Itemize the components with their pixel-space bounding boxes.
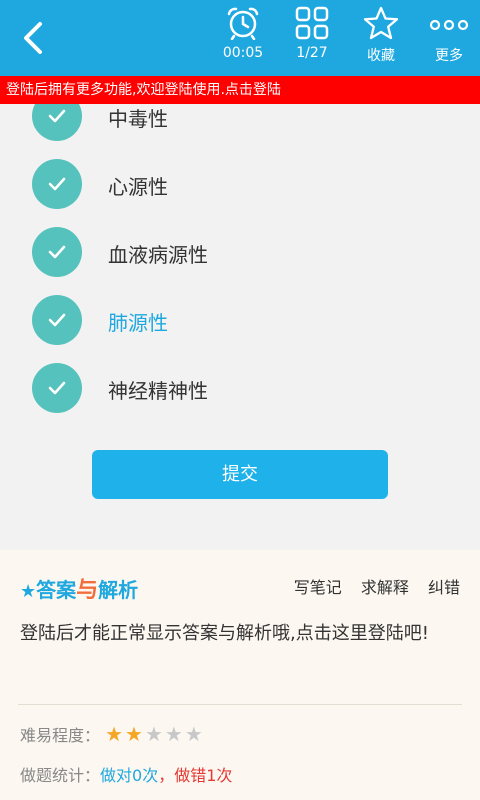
stats-separator: ， bbox=[158, 766, 175, 785]
star-filled-icon: ★ bbox=[125, 722, 143, 746]
star-icon bbox=[363, 6, 399, 40]
option-item[interactable]: 肺源性 bbox=[32, 295, 452, 347]
stats-wrong: 做错1次 bbox=[174, 766, 233, 785]
login-banner[interactable]: 登陆后拥有更多功能,欢迎登陆使用.点击登陆 bbox=[0, 76, 480, 104]
option-text: 神经精神性 bbox=[108, 379, 208, 403]
check-icon bbox=[48, 381, 66, 395]
alarm-clock-icon bbox=[227, 7, 259, 40]
answer-title-part2: 与 bbox=[76, 578, 99, 603]
check-circle bbox=[32, 295, 82, 345]
more-button[interactable]: 更多 bbox=[414, 6, 480, 72]
check-icon bbox=[48, 177, 66, 191]
stats-row: 做题统计：做对0次，做错1次 bbox=[20, 762, 232, 786]
check-icon bbox=[48, 109, 66, 123]
check-circle bbox=[32, 104, 82, 141]
ask-explanation-link[interactable]: 求解释 bbox=[361, 578, 409, 597]
option-text: 血液病源性 bbox=[108, 243, 208, 267]
top-toolbar: 00:05 1/27 收藏 更多 bbox=[0, 0, 480, 76]
title-star-icon: ★ bbox=[20, 581, 37, 602]
star-empty-icon: ★ bbox=[144, 722, 163, 746]
answer-title-part3: 解析 bbox=[98, 578, 139, 602]
star-filled-icon: ★ bbox=[105, 722, 124, 746]
timer-text: 00:05 bbox=[222, 45, 264, 61]
option-list: 中毒性 心源性 血液病源性 肺源性 神经精神性 bbox=[0, 104, 480, 414]
back-arrow-icon bbox=[24, 22, 42, 54]
option-text: 中毒性 bbox=[108, 107, 168, 131]
back-button[interactable] bbox=[14, 18, 54, 58]
difficulty-label: 难易程度： bbox=[20, 726, 101, 745]
submit-button[interactable]: 提交 bbox=[92, 450, 388, 499]
option-item[interactable]: 心源性 bbox=[32, 159, 452, 211]
stats-label: 做题统计： bbox=[20, 766, 101, 785]
option-item[interactable]: 中毒性 bbox=[32, 104, 452, 143]
check-circle bbox=[32, 227, 82, 277]
write-note-link[interactable]: 写笔记 bbox=[294, 578, 342, 597]
answer-title-part1: 答案 bbox=[36, 578, 77, 602]
favorite-label: 收藏 bbox=[367, 48, 395, 64]
option-item[interactable]: 血液病源性 bbox=[32, 227, 452, 279]
option-text: 心源性 bbox=[108, 175, 168, 199]
check-icon bbox=[48, 313, 66, 327]
difficulty-stars: ★ ★ ★ ★ ★ bbox=[105, 722, 205, 746]
star-empty-icon: ★ bbox=[184, 722, 203, 746]
stats-correct: 做对0次 bbox=[100, 766, 159, 785]
answer-title: ★答案与解析 bbox=[20, 572, 138, 604]
check-icon bbox=[48, 245, 66, 259]
report-error-link[interactable]: 纠错 bbox=[428, 578, 460, 597]
answer-login-prompt[interactable]: 登陆后才能正常显示答案与解析哦,点击这里登陆吧! bbox=[20, 618, 460, 650]
more-dots-icon bbox=[429, 19, 469, 31]
difficulty-row: 难易程度： ★ ★ ★ ★ ★ bbox=[20, 722, 205, 746]
answer-actions: 写笔记 求解释 纠错 bbox=[280, 574, 460, 598]
divider bbox=[18, 704, 462, 705]
timer-button[interactable]: 00:05 bbox=[208, 6, 278, 72]
grid-icon bbox=[295, 6, 329, 40]
check-circle bbox=[32, 159, 82, 209]
option-item[interactable]: 神经精神性 bbox=[32, 363, 452, 414]
question-index-button[interactable]: 1/27 bbox=[277, 6, 347, 72]
answer-panel: ★答案与解析 写笔记 求解释 纠错 登陆后才能正常显示答案与解析哦,点击这里登陆… bbox=[0, 550, 480, 800]
check-circle bbox=[32, 363, 82, 413]
star-empty-icon: ★ bbox=[164, 722, 183, 746]
progress-text: 1/27 bbox=[296, 45, 328, 61]
option-text-selected: 肺源性 bbox=[108, 311, 168, 335]
favorite-button[interactable]: 收藏 bbox=[346, 6, 416, 72]
more-label: 更多 bbox=[435, 48, 463, 64]
